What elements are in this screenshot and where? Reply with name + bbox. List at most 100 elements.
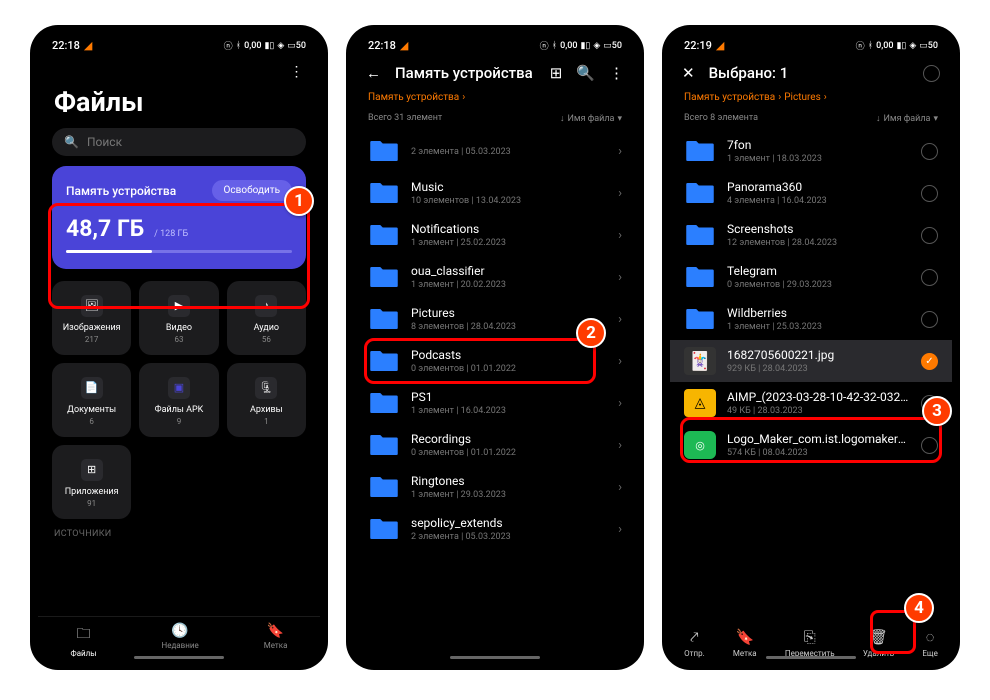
list-item[interactable]: Screenshots 12 элементов | 28.04.2023 [670, 214, 952, 256]
list-item[interactable]: Wildberries 1 элемент | 25.03.2023 [670, 298, 952, 340]
page-title: Файлы [38, 82, 320, 128]
image-thumbnail: ◎ [684, 431, 716, 459]
list-item[interactable]: 7fon 1 элемент | 18.03.2023 [670, 130, 952, 172]
trash-icon: 🗑 [869, 628, 888, 646]
cat-apk[interactable]: ▣Файлы APK9 [139, 363, 218, 437]
cat-apps[interactable]: ⊞Приложения91 [52, 445, 131, 519]
item-count: Всего 8 элемента [684, 113, 758, 124]
sort-button[interactable]: ↓Имя файла ▾ [876, 113, 938, 124]
home-indicator[interactable] [134, 656, 224, 659]
file-name: 1682705600221.jpg [727, 348, 910, 362]
callout-3: 3 [922, 396, 952, 426]
grid-view-icon[interactable]: ⊞ [550, 64, 563, 82]
free-space-button[interactable]: Освободить [212, 180, 292, 201]
search-placeholder: Поиск [87, 135, 122, 149]
file-name: Music [411, 180, 607, 194]
file-meta: 574 КБ | 08.04.2023 [727, 448, 910, 458]
list-item[interactable]: Recordings 0 элементов | 01.01.2022 › [354, 424, 636, 466]
close-icon[interactable]: ✕ [682, 64, 695, 82]
more-menu-icon[interactable]: ⋮ [288, 64, 304, 80]
action-more[interactable]: ◌Еще [922, 628, 937, 658]
status-bar: 22:18◢ ⓝᚼ0,00▮▯◈▭50 [38, 33, 320, 56]
nav-recent[interactable]: 🕓Недавние [162, 623, 199, 658]
cat-images[interactable]: 🖼Изображения217 [52, 281, 131, 355]
checkbox-icon[interactable] [921, 269, 938, 286]
list-item[interactable]: Ringtones 1 элемент | 29.03.2023 › [354, 466, 636, 508]
breadcrumb[interactable]: Память устройства›Pictures› [670, 88, 952, 111]
more-menu-icon[interactable]: ⋮ [609, 64, 624, 82]
select-all-radio[interactable] [923, 65, 940, 82]
file-list: 7fon 1 элемент | 18.03.2023 Panorama360 … [670, 130, 952, 466]
file-info: sepolicy_extends 2 элемента | 05.03.2023 [411, 516, 607, 542]
storage-card[interactable]: Память устройства Освободить 48,7 ГБ / 1… [52, 166, 306, 269]
share-icon: ⤤ [690, 628, 698, 646]
battery-icon: ▭50 [919, 41, 938, 51]
action-label[interactable]: 🔖Метка [733, 628, 757, 658]
checkbox-icon[interactable] [921, 185, 938, 202]
action-delete[interactable]: 🗑Удалить [863, 628, 894, 658]
status-bar: 22:18◢ ⓝᚼ0,00▮▯◈▭50 [354, 33, 636, 56]
storage-label: Память устройства [66, 184, 176, 198]
breadcrumb[interactable]: Память устройства› [354, 88, 636, 111]
file-info: Music 10 элементов | 13.04.2023 [411, 180, 607, 206]
list-item[interactable]: Music 10 элементов | 13.04.2023 › [354, 172, 636, 214]
checkbox-icon[interactable] [921, 143, 938, 160]
file-meta: 1 элемент | 29.03.2023 [411, 490, 607, 500]
list-item[interactable]: 🃏 1682705600221.jpg 929 КБ | 28.04.2023 … [670, 340, 952, 382]
bookmark-icon: 🔖 [267, 623, 284, 639]
folder-icon [684, 221, 716, 249]
list-item[interactable]: Notifications 1 элемент | 25.02.2023 › [354, 214, 636, 256]
storage-total: / 128 ГБ [154, 229, 188, 239]
time: 22:18 [52, 39, 80, 52]
list-item[interactable]: oua_classifier 1 элемент | 20.02.2023 › [354, 256, 636, 298]
storage-progress [66, 250, 292, 253]
list-item[interactable]: ◬ AIMP_(2023-03-28-10-42-32-032).png 49 … [670, 382, 952, 424]
file-info: Screenshots 12 элементов | 28.04.2023 [727, 222, 910, 248]
cat-docs[interactable]: 📄Документы6 [52, 363, 131, 437]
file-meta: 0 элементов | 29.03.2023 [727, 280, 910, 290]
list-item[interactable]: PS1 1 элемент | 16.04.2023 › [354, 382, 636, 424]
cat-audio[interactable]: ♪Аудио56 [227, 281, 306, 355]
folder-icon [368, 473, 400, 501]
home-indicator[interactable] [766, 656, 856, 659]
phone-3: 22:19◢ ⓝᚼ0,00▮▯◈▭50 ✕ Выбрано: 1 Память … [662, 25, 960, 670]
net-speed: 0,00 [244, 41, 261, 51]
checkbox-icon[interactable] [921, 437, 938, 454]
list-item[interactable]: Telegram 0 элементов | 29.03.2023 [670, 256, 952, 298]
wifi-icon: ◈ [909, 41, 916, 51]
file-info: Notifications 1 элемент | 25.02.2023 [411, 222, 607, 248]
nav-files[interactable]: 🗀Файлы [71, 623, 97, 658]
sort-button[interactable]: ↓Имя файла ▾ [560, 113, 622, 124]
back-icon[interactable]: ← [366, 64, 381, 82]
cat-archives[interactable]: 🗜Архивы1 [227, 363, 306, 437]
file-name: oua_classifier [411, 264, 607, 278]
action-move[interactable]: ⎘Переместить [785, 628, 835, 658]
file-meta: 10 элементов | 13.04.2023 [411, 196, 607, 206]
sources-label: ИСТОЧНИКИ [38, 519, 320, 541]
checkbox-icon[interactable] [921, 227, 938, 244]
list-item[interactable]: sepolicy_extends 2 элемента | 05.03.2023… [354, 508, 636, 550]
screen-selection: 22:19◢ ⓝᚼ0,00▮▯◈▭50 ✕ Выбрано: 1 Память … [670, 33, 952, 662]
file-meta: 1 элемент | 20.02.2023 [411, 280, 607, 290]
checkbox-icon[interactable] [921, 311, 938, 328]
search-icon: 🔍 [64, 135, 79, 149]
checkbox-checked-icon[interactable]: ✓ [921, 353, 938, 370]
list-item[interactable]: ◎ Logo_Maker_com.ist.logomaker_Sat_Apr_0… [670, 424, 952, 466]
nav-label[interactable]: 🔖Метка [264, 623, 288, 658]
home-indicator[interactable] [450, 656, 540, 659]
nfc-icon: ⓝ [224, 39, 233, 52]
callout-4: 4 [904, 593, 934, 623]
item-count: Всего 31 элемент [368, 113, 442, 124]
folder-icon [684, 179, 716, 207]
list-item[interactable]: Panorama360 4 элемента | 16.04.2023 [670, 172, 952, 214]
search-input[interactable]: 🔍 Поиск [52, 128, 306, 156]
file-meta: 0 элементов | 01.01.2022 [411, 364, 607, 374]
file-name: Panorama360 [727, 180, 910, 194]
folder-icon [368, 179, 400, 207]
file-meta: 1 элемент | 18.03.2023 [727, 154, 910, 164]
search-icon[interactable]: 🔍 [576, 64, 595, 82]
file-name: Ringtones [411, 474, 607, 488]
cat-video[interactable]: ▶Видео63 [139, 281, 218, 355]
action-send[interactable]: ⤤Отпр. [684, 628, 705, 658]
list-item[interactable]: 2 элемента | 05.03.2023 › [354, 130, 636, 172]
